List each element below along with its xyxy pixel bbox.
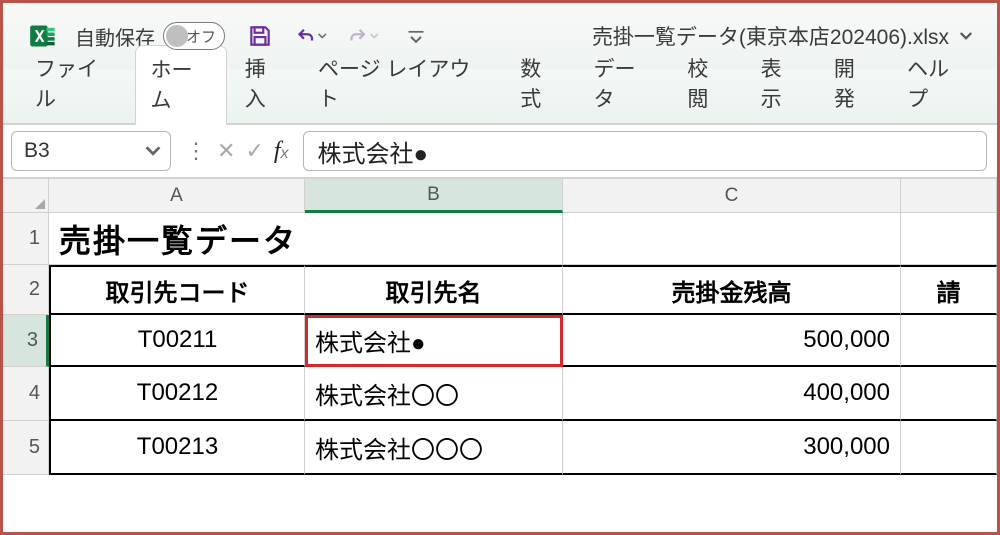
table-row: 1 売掛一覧データ 6月分: [3, 213, 997, 265]
table-row: 5 T00213 株式会社〇〇〇 300,000: [3, 421, 997, 475]
chevron-down-icon: [957, 27, 975, 45]
table-row: 4 T00212 株式会社〇〇 400,000: [3, 367, 997, 421]
cell-c5[interactable]: 300,000: [563, 421, 901, 475]
cell-a3[interactable]: T00211: [49, 315, 305, 367]
tab-view[interactable]: 表示: [747, 45, 816, 123]
fx-icon[interactable]: fx: [274, 138, 289, 165]
formula-input[interactable]: 株式会社●: [303, 131, 987, 171]
tab-page-layout[interactable]: ページ レイアウト: [304, 45, 502, 123]
cell-c1[interactable]: [563, 213, 901, 265]
table-row: 2 取引先コード 取引先名 売掛金残高 請: [3, 265, 997, 315]
cell-b2[interactable]: 取引先名: [305, 265, 563, 315]
autosave-state: オフ: [186, 26, 216, 47]
table-row: 3 T00211 株式会社● 500,000: [3, 315, 997, 367]
tab-formulas[interactable]: 数式: [506, 45, 575, 123]
cell-b4[interactable]: 株式会社〇〇: [305, 367, 563, 421]
chevron-down-icon[interactable]: [142, 140, 164, 162]
cell-a5[interactable]: T00213: [49, 421, 305, 475]
cell-c4[interactable]: 400,000: [563, 367, 901, 421]
row-header-3[interactable]: 3: [3, 315, 49, 367]
formula-bar: B3 ⋮ ✕ ✓ fx 株式会社●: [3, 125, 997, 179]
formula-input-value: 株式会社●: [318, 134, 429, 169]
cell-b3[interactable]: 株式会社●: [305, 315, 563, 367]
cell-d1[interactable]: [901, 213, 997, 265]
tab-developer[interactable]: 開発: [820, 45, 889, 123]
chevron-down-icon: [368, 29, 381, 43]
col-header-a[interactable]: A: [49, 179, 305, 213]
ribbon-tabs: ファイル ホーム 挿入 ページ レイアウト 数式 データ 校閲 表示 開発 ヘル…: [3, 69, 997, 125]
col-header-d[interactable]: [901, 179, 997, 213]
column-headers: A B C: [3, 179, 997, 213]
cell-c3[interactable]: 500,000: [563, 315, 901, 367]
col-header-b[interactable]: B: [305, 179, 563, 213]
worksheet-grid[interactable]: A B C 1 売掛一覧データ 6月分 2 取引先コード 取引先名 売掛金残高 …: [3, 179, 997, 475]
tab-home[interactable]: ホーム: [135, 45, 226, 125]
formula-controls: ⋮ ✕ ✓ fx: [185, 138, 289, 165]
divider-icon: ⋮: [185, 138, 207, 164]
select-all-corner[interactable]: [3, 179, 49, 213]
overflow-icon: [406, 26, 426, 46]
tab-insert[interactable]: 挿入: [231, 45, 300, 123]
toggle-knob: [166, 25, 188, 47]
cell-c2[interactable]: 売掛金残高: [563, 265, 901, 315]
col-header-c[interactable]: C: [563, 179, 901, 213]
enter-icon[interactable]: ✓: [245, 138, 263, 164]
cell-d2[interactable]: 請: [901, 265, 997, 315]
autosave-toggle[interactable]: オフ: [163, 22, 225, 50]
cell-b1[interactable]: [305, 213, 563, 265]
redo-icon: [347, 24, 368, 48]
tab-file[interactable]: ファイル: [21, 45, 131, 123]
tab-review[interactable]: 校閲: [673, 45, 742, 123]
cell-a1[interactable]: 売掛一覧データ 6月分: [49, 213, 305, 265]
cancel-icon[interactable]: ✕: [217, 138, 235, 164]
redo-button: [347, 19, 381, 53]
cell-a4[interactable]: T00212: [49, 367, 305, 421]
name-box[interactable]: B3: [11, 131, 171, 171]
cell-d4[interactable]: [901, 367, 997, 421]
tab-data[interactable]: データ: [580, 45, 670, 123]
chevron-down-icon: [316, 29, 329, 43]
cell-d3[interactable]: [901, 315, 997, 367]
name-box-value: B3: [12, 139, 142, 163]
row-header-4[interactable]: 4: [3, 367, 49, 421]
row-header-5[interactable]: 5: [3, 421, 49, 475]
tab-help[interactable]: ヘルプ: [893, 45, 983, 123]
cell-a2[interactable]: 取引先コード: [49, 265, 305, 315]
cell-b5[interactable]: 株式会社〇〇〇: [305, 421, 563, 475]
row-header-2[interactable]: 2: [3, 265, 49, 315]
cell-d5[interactable]: [901, 421, 997, 475]
row-header-1[interactable]: 1: [3, 213, 49, 265]
